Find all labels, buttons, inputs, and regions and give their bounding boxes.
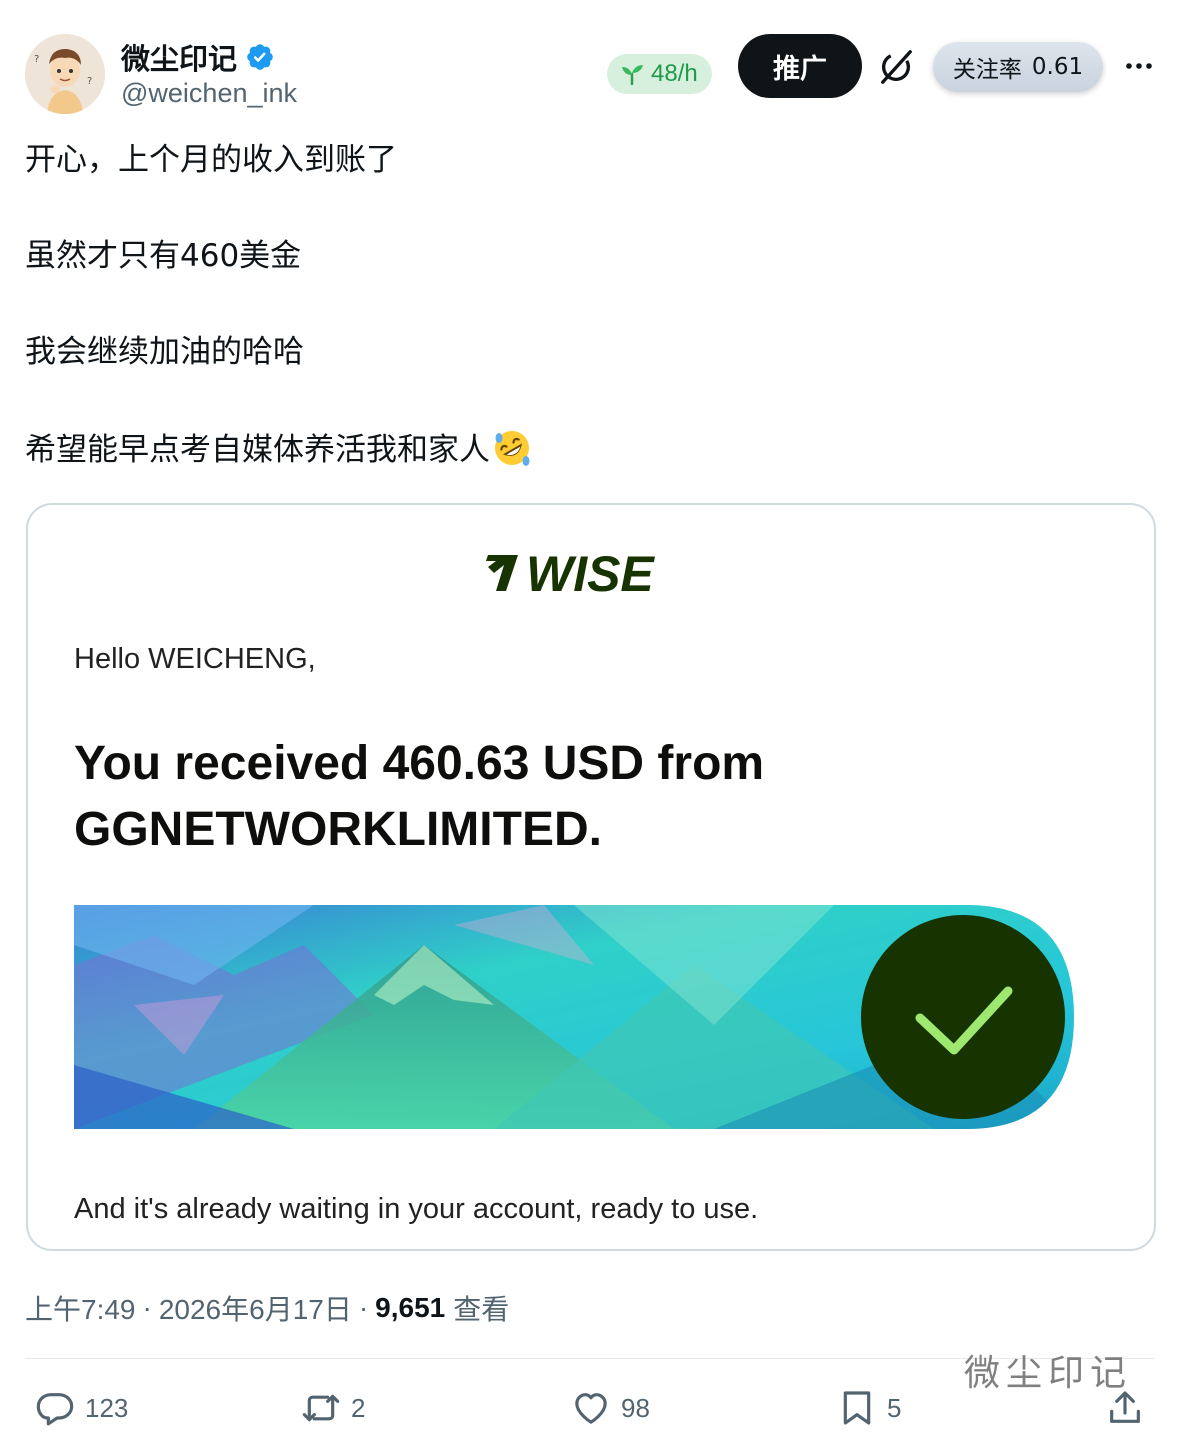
tweet-text: 开心，上个月的收入到账了 虽然才只有460美金 我会继续加油的哈哈 希望能早点考… xyxy=(25,140,1155,468)
tweet-line: 虽然才只有460美金 xyxy=(25,238,302,274)
follow-rate-value: 0.61 xyxy=(1031,54,1084,80)
tweet-date[interactable]: 2026年6月17日 xyxy=(159,1288,352,1328)
user-handle[interactable]: @weichen_ink xyxy=(121,78,297,109)
tweet-line: 我会继续加油的哈哈 xyxy=(25,334,304,370)
bookmark-button[interactable]: 5 xyxy=(837,1380,901,1436)
bookmark-count: 5 xyxy=(887,1392,902,1423)
tweet-time[interactable]: 上午7:49 xyxy=(25,1288,136,1328)
name-row: 微尘印记 xyxy=(121,36,275,78)
email-headline: You received 460.63 USD from GGNETWORKLI… xyxy=(74,731,974,863)
tweet-line: 开心，上个月的收入到账了 xyxy=(25,142,397,178)
retweet-count: 2 xyxy=(351,1392,366,1423)
meta-separator: · xyxy=(142,1292,152,1323)
watermark: 微尘印记 xyxy=(964,1353,1133,1394)
email-greeting: Hello WEICHENG, xyxy=(74,643,316,675)
like-count: 98 xyxy=(621,1392,650,1423)
verified-badge-icon[interactable] xyxy=(245,42,275,72)
growth-rate-badge: 48/h xyxy=(607,54,712,94)
views-label: 查看 xyxy=(453,1294,510,1325)
display-name[interactable]: 微尘印记 xyxy=(121,36,237,78)
sprout-icon xyxy=(622,65,643,85)
growth-rate-value: 48/h xyxy=(651,60,698,87)
follow-rate-pill[interactable]: 关注率 0.61 xyxy=(933,42,1103,92)
more-options-icon[interactable] xyxy=(1123,50,1155,82)
bookmark-icon xyxy=(843,1391,871,1425)
avatar[interactable]: ? ? xyxy=(25,34,105,114)
tweet-line-text: 希望能早点考自媒体养活我和家人 xyxy=(25,432,490,468)
avatar-illustration: ? ? xyxy=(25,34,105,114)
svg-text:WISE: WISE xyxy=(526,546,655,601)
svg-text:?: ? xyxy=(87,76,92,87)
views-count: 9,651 xyxy=(375,1292,446,1323)
media-attachment[interactable]: WISE Hello WEICHENG, You received 460.63… xyxy=(26,503,1156,1251)
tweet-header: ? ? 微尘印记 @weichen_ink 48/h 推广 关注率 0.61 xyxy=(25,32,1161,116)
reply-icon xyxy=(36,1393,74,1426)
email-headline-line2: GGNETWORKLIMITED. xyxy=(74,803,602,856)
rolling-laughing-emoji-icon xyxy=(495,431,530,466)
follow-rate-label: 关注率 xyxy=(952,57,1022,83)
retweet-button[interactable]: 2 xyxy=(301,1380,365,1436)
payment-received-banner xyxy=(74,905,1074,1129)
grok-icon[interactable] xyxy=(877,48,915,86)
wise-logo: WISE xyxy=(486,546,655,601)
promote-button[interactable]: 推广 xyxy=(738,34,862,98)
reply-button[interactable]: 123 xyxy=(35,1380,128,1436)
svg-text:?: ? xyxy=(34,54,39,65)
tweet-meta: 上午7:49 · 2026年6月17日 · 9,651 查看 xyxy=(25,1288,509,1328)
meta-separator: · xyxy=(358,1292,369,1323)
reply-count: 123 xyxy=(85,1392,129,1423)
email-footer-text: And it's already waiting in your account… xyxy=(74,1193,759,1225)
retweet-icon xyxy=(302,1394,340,1422)
tweet-line-with-emoji: 希望能早点考自媒体养活我和家人 xyxy=(25,428,1155,468)
email-headline-line1: You received 460.63 USD from xyxy=(74,737,765,790)
heart-icon xyxy=(575,1393,607,1424)
like-button[interactable]: 98 xyxy=(571,1380,650,1436)
